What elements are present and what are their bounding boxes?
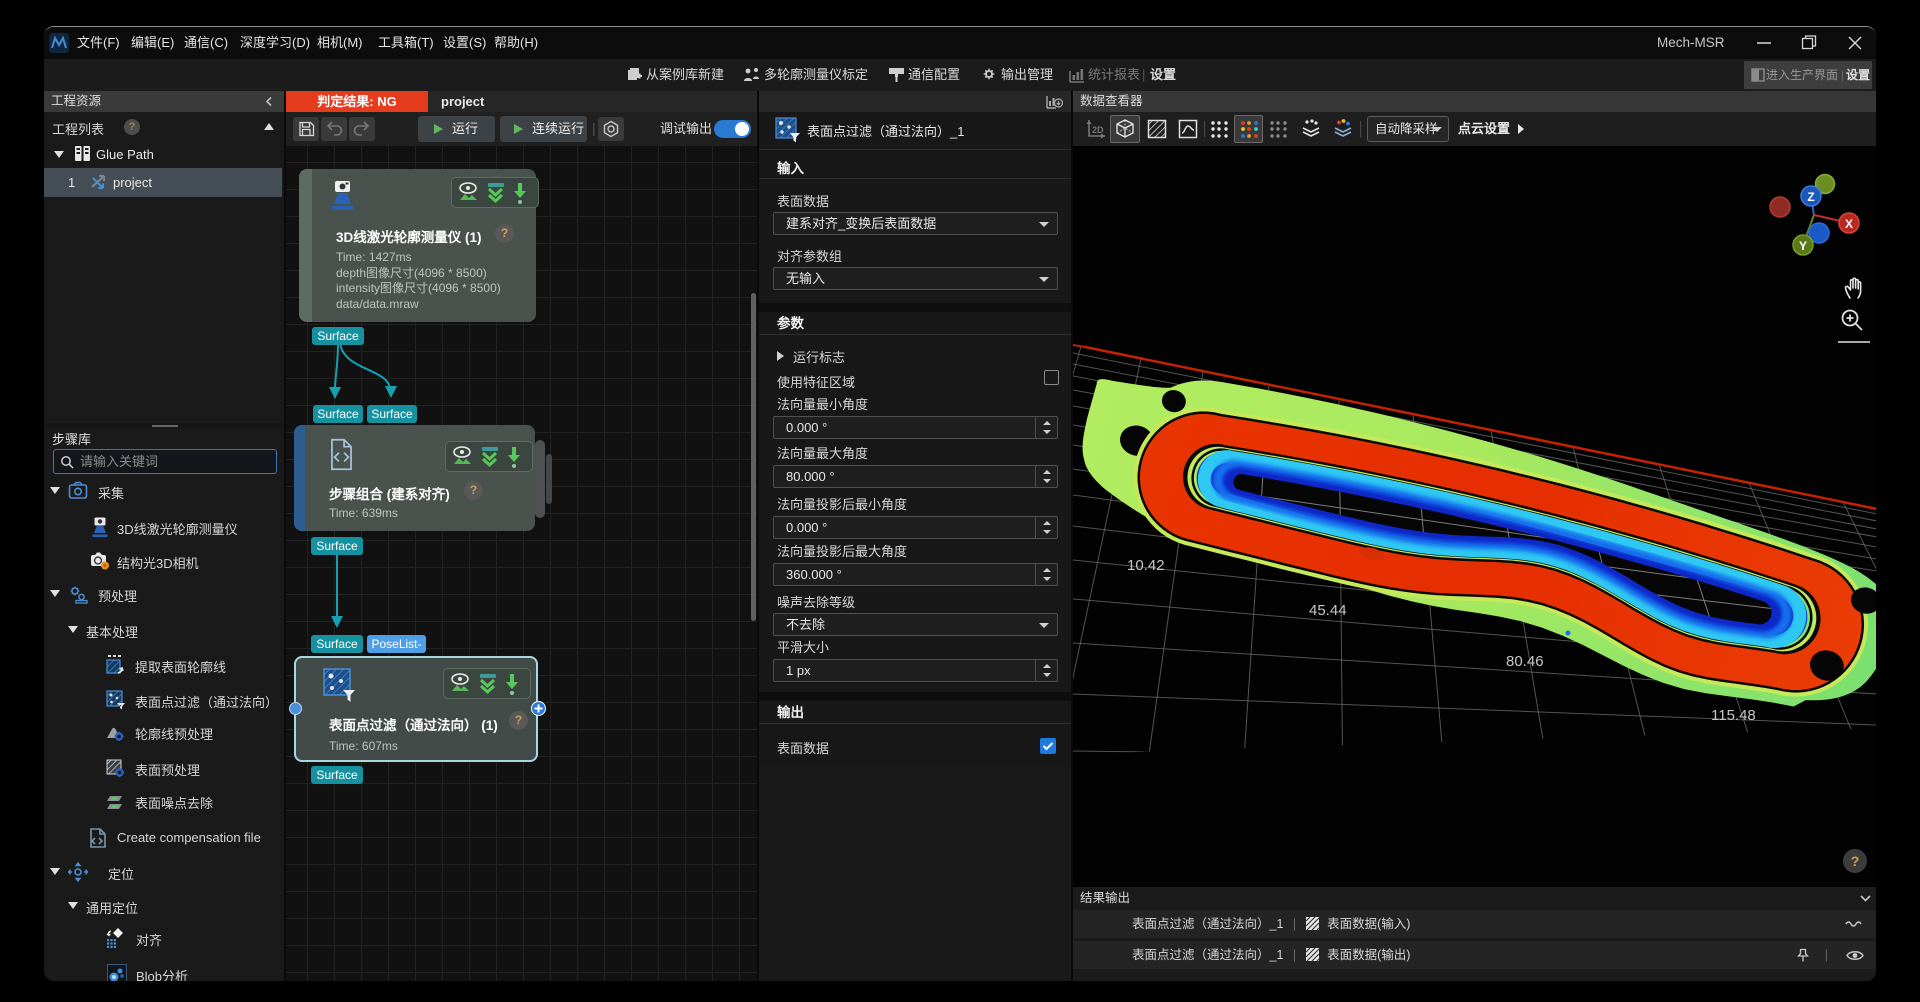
svg-text:10.42: 10.42 bbox=[1127, 557, 1165, 574]
svg-text:Y: Y bbox=[1799, 239, 1807, 253]
svg-text:45.44: 45.44 bbox=[1309, 602, 1347, 619]
svg-text:2D: 2D bbox=[1092, 125, 1104, 135]
svg-text:X: X bbox=[1845, 217, 1853, 231]
svg-text:?: ? bbox=[1851, 853, 1860, 869]
svg-text:115.48: 115.48 bbox=[1711, 707, 1756, 724]
svg-text:Z: Z bbox=[1807, 190, 1814, 204]
svg-text:80.46: 80.46 bbox=[1506, 653, 1544, 670]
